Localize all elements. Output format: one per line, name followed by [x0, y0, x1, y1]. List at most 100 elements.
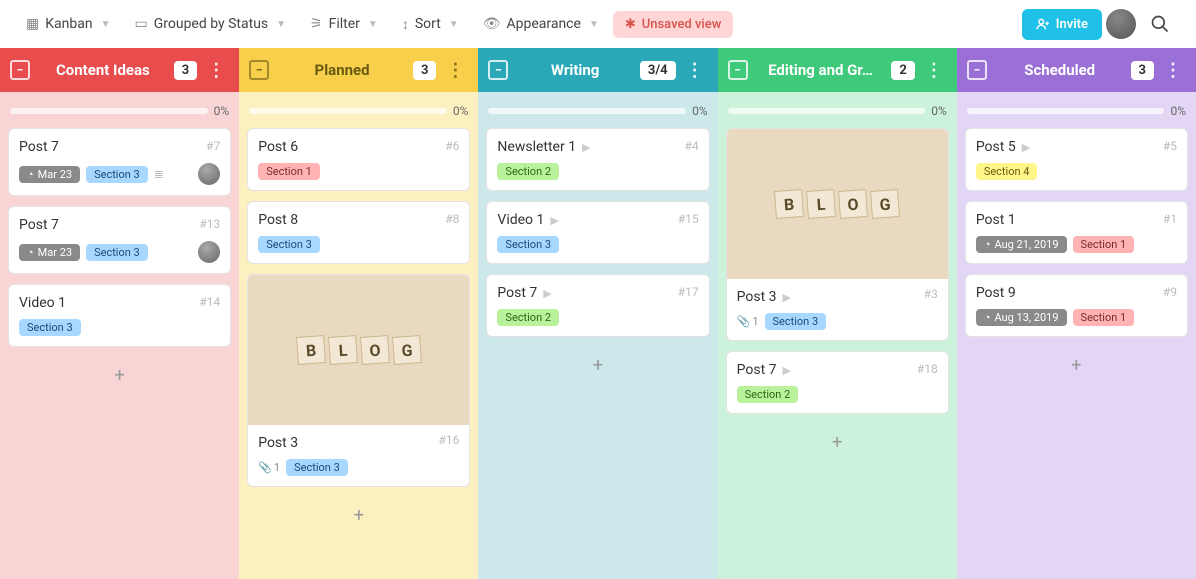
collapse-button[interactable]: −	[488, 60, 508, 80]
section-chip: Section 1	[258, 163, 320, 180]
card-title: Post 7	[737, 362, 777, 378]
date-chip: ◔ Mar 23	[19, 244, 80, 261]
card-number: #9	[1163, 285, 1177, 299]
column-header: − Scheduled 3 ⋮	[957, 48, 1196, 92]
view-selector[interactable]: ▦ Kanban ▼	[16, 10, 120, 38]
kanban-card[interactable]: #9 Post 9 ◔ Aug 13, 2019Section 1	[965, 274, 1188, 337]
kanban-card[interactable]: #17 Post 7▶ Section 2	[486, 274, 709, 337]
column-header: − Editing and Gr… 2 ⋮	[718, 48, 957, 92]
appearance-selector[interactable]: 👁 Appearance ▼	[473, 10, 609, 38]
kanban-card[interactable]: #15 Video 1▶ Section 3	[486, 201, 709, 264]
search-button[interactable]	[1140, 8, 1180, 40]
progress-row: 0%	[967, 104, 1186, 118]
column-count: 2	[891, 61, 914, 80]
card-number: #17	[678, 285, 699, 299]
paperclip-icon: 📎	[258, 461, 272, 474]
kanban-card[interactable]: #5 Post 5▶ Section 4	[965, 128, 1188, 191]
kanban-card[interactable]: #7 Post 7 ◔ Mar 23Section 3≣	[8, 128, 231, 196]
kanban-card[interactable]: #6 Post 6 Section 1	[247, 128, 470, 191]
kanban-card[interactable]: #18 Post 7▶ Section 2	[726, 351, 949, 414]
unsaved-view-button[interactable]: ✱ Unsaved view	[613, 11, 734, 38]
date-chip: ◔ Aug 21, 2019	[976, 236, 1067, 253]
kanban-card[interactable]: #13 Post 7 ◔ Mar 23Section 3	[8, 206, 231, 274]
assignee-avatar	[198, 163, 220, 185]
group-selector[interactable]: ▭ Grouped by Status ▼	[124, 10, 296, 38]
card-number: #13	[199, 217, 220, 231]
column-count: 3	[174, 61, 197, 80]
filter-label: Filter	[329, 16, 360, 32]
user-avatar[interactable]	[1106, 9, 1136, 39]
add-card-button[interactable]: +	[726, 424, 949, 461]
section-chip: Section 2	[737, 386, 799, 403]
column-menu-button[interactable]: ⋮	[203, 60, 229, 81]
attachment-count: 📎1	[258, 461, 280, 474]
card-number: #7	[206, 139, 220, 153]
column-title: Content Ideas	[38, 61, 168, 79]
group-icon: ▭	[134, 16, 147, 32]
card-title: Post 7	[19, 139, 59, 155]
column-count: 3/4	[640, 61, 676, 80]
column-body: 0% #6 Post 6 Section 1 #8 Post 8 Section…	[239, 92, 478, 579]
column-menu-button[interactable]: ⋮	[1160, 60, 1186, 81]
filter-selector[interactable]: ⚞ Filter ▼	[300, 10, 388, 38]
add-card-button[interactable]: +	[486, 347, 709, 384]
kanban-card[interactable]: BLOG Post 3▶ #3 📎1Section 3	[726, 128, 949, 341]
card-number: #5	[1163, 139, 1177, 153]
column-body: 0% #5 Post 5▶ Section 4 #1 Post 1 ◔ Aug …	[957, 92, 1196, 579]
column-menu-button[interactable]: ⋮	[682, 60, 708, 81]
play-icon: ▶	[550, 214, 558, 227]
column-menu-button[interactable]: ⋮	[921, 60, 947, 81]
unsaved-label: Unsaved view	[642, 17, 722, 32]
kanban-card[interactable]: #1 Post 1 ◔ Aug 21, 2019Section 1	[965, 201, 1188, 264]
collapse-button[interactable]: −	[967, 60, 987, 80]
column-planned: − Planned 3 ⋮ 0% #6 Post 6 Section 1 #8 …	[239, 48, 478, 579]
column-header: − Writing 3/4 ⋮	[478, 48, 717, 92]
clock-icon: ◔	[984, 311, 991, 324]
column-body: 0% BLOG Post 3▶ #3 📎1Section 3 #18 Post …	[718, 92, 957, 579]
sort-label: Sort	[415, 16, 441, 32]
sort-selector[interactable]: ↕ Sort ▼	[392, 10, 469, 39]
invite-button[interactable]: Invite	[1022, 9, 1102, 40]
column-title: Editing and Gr…	[756, 61, 886, 79]
collapse-button[interactable]: −	[249, 60, 269, 80]
card-number: #16	[439, 433, 460, 447]
progress-text: 0%	[214, 104, 230, 118]
progress-bar	[10, 108, 208, 114]
column-title: Writing	[516, 61, 633, 79]
progress-text: 0%	[931, 104, 947, 118]
group-label: Grouped by Status	[154, 16, 268, 32]
column-ideas: − Content Ideas 3 ⋮ 0% #7 Post 7 ◔ Mar 2…	[0, 48, 239, 579]
section-chip: Section 3	[19, 319, 81, 336]
toolbar: ▦ Kanban ▼ ▭ Grouped by Status ▼ ⚞ Filte…	[0, 0, 1196, 48]
kanban-card[interactable]: #14 Video 1 Section 3	[8, 284, 231, 347]
card-image: BLOG	[248, 275, 469, 425]
kanban-icon: ▦	[26, 16, 39, 32]
kanban-card[interactable]: BLOG Post 3 #16 📎1Section 3	[247, 274, 470, 487]
date-chip: ◔ Mar 23	[19, 166, 80, 183]
card-title: Video 1	[497, 212, 544, 228]
card-title: Post 5	[976, 139, 1016, 155]
play-icon: ▶	[582, 141, 590, 154]
description-icon: ≣	[154, 167, 164, 181]
chevron-down-icon: ▼	[449, 19, 459, 30]
column-writing: − Writing 3/4 ⋮ 0% #4 Newsletter 1▶ Sect…	[478, 48, 717, 579]
kanban-card[interactable]: #8 Post 8 Section 3	[247, 201, 470, 264]
chevron-down-icon: ▼	[368, 19, 378, 30]
column-title: Scheduled	[995, 61, 1125, 79]
collapse-button[interactable]: −	[728, 60, 748, 80]
section-chip: Section 1	[1073, 309, 1135, 326]
progress-row: 0%	[488, 104, 707, 118]
add-card-button[interactable]: +	[8, 357, 231, 394]
add-card-button[interactable]: +	[247, 497, 470, 534]
column-menu-button[interactable]: ⋮	[442, 60, 468, 81]
play-icon: ▶	[782, 364, 790, 377]
date-chip: ◔ Aug 13, 2019	[976, 309, 1067, 326]
clock-icon: ◔	[27, 246, 34, 259]
collapse-button[interactable]: −	[10, 60, 30, 80]
kanban-card[interactable]: #4 Newsletter 1▶ Section 2	[486, 128, 709, 191]
add-card-button[interactable]: +	[965, 347, 1188, 384]
section-chip: Section 2	[497, 163, 559, 180]
play-icon: ▶	[1022, 141, 1030, 154]
progress-bar	[967, 108, 1165, 114]
kanban-board: − Content Ideas 3 ⋮ 0% #7 Post 7 ◔ Mar 2…	[0, 48, 1196, 579]
